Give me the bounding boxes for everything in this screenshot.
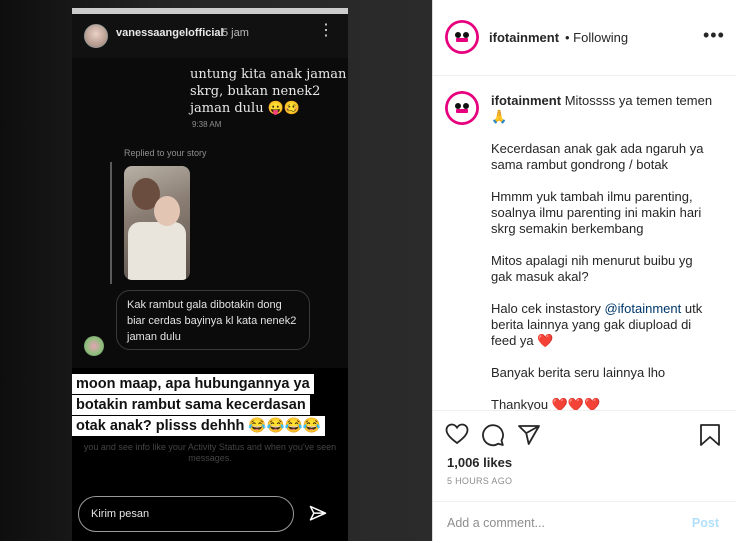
- caption-paragraph: Thankyou ❤️❤️❤️: [491, 397, 601, 410]
- share-icon[interactable]: [517, 423, 541, 447]
- caption-paragraph: Mitos apalagi nih menurut buibu yg gak m…: [491, 253, 693, 284]
- story-thumbnail-photo: [124, 166, 190, 280]
- mention-link[interactable]: @ifotainment: [604, 301, 681, 316]
- post-comment-button[interactable]: Post: [692, 516, 719, 530]
- story-username[interactable]: vanessaangelofficial: [116, 27, 224, 39]
- likes-count[interactable]: 1,006 likes: [447, 455, 512, 470]
- post-header: ifotainment • Following •••: [433, 0, 736, 76]
- caption-line: otak anak? plisss dehhh 😂😂😂😂: [72, 416, 325, 436]
- ifotainment-logo-icon: [455, 32, 469, 42]
- post-detail-panel: ifotainment • Following ••• ifotainment …: [432, 0, 736, 541]
- more-icon[interactable]: •••: [703, 25, 725, 46]
- bookmark-icon[interactable]: [699, 423, 721, 447]
- message-input[interactable]: Kirim pesan: [78, 496, 294, 532]
- account-username[interactable]: ifotainment: [489, 30, 559, 45]
- reply-divider: [110, 162, 112, 284]
- dm-message: untung kita anak jaman skrg, bukan nenek…: [190, 67, 347, 116]
- add-comment-bar: Add a comment... Post: [433, 501, 736, 543]
- send-icon[interactable]: [308, 504, 328, 524]
- caption-username[interactable]: ifotainment: [491, 93, 561, 108]
- dm-screenshot: untung kita anak jaman skrg, bukan nenek…: [72, 58, 348, 368]
- activity-hint-text: you and see info like your Activity Stat…: [83, 442, 337, 463]
- more-options-icon[interactable]: ⋮: [318, 23, 334, 39]
- story-panel: vanessaangelofficial 5 jam ⋮ untung kita…: [72, 8, 348, 541]
- post-caption: ifotainment Mitossss ya temen temen 🙏 Ke…: [491, 93, 717, 410]
- story-avatar[interactable]: [84, 24, 108, 48]
- caption-line: botakin rambut sama kecerdasan: [72, 395, 310, 415]
- story-viewer-area: vanessaangelofficial 5 jam ⋮ untung kita…: [0, 0, 432, 541]
- heart-icon[interactable]: [445, 423, 469, 445]
- caption-area: ifotainment Mitossss ya temen temen 🙏 Ke…: [433, 76, 736, 410]
- follow-status-label: Following: [573, 30, 629, 45]
- account-avatar[interactable]: [445, 20, 479, 54]
- replied-label: Replied to your story: [124, 148, 207, 158]
- comment-input[interactable]: Add a comment...: [447, 516, 545, 530]
- caption-paragraph: Kecerdasan anak gak ada ngaruh ya sama r…: [491, 141, 704, 172]
- caption-line: moon maap, apa hubungannya ya: [72, 374, 314, 394]
- story-header: vanessaangelofficial 5 jam ⋮: [72, 14, 348, 58]
- reply-message-bubble: Kak rambut gala dibotakin dong biar cerd…: [116, 290, 310, 350]
- message-placeholder: Kirim pesan: [91, 508, 150, 520]
- caption-avatar[interactable]: [445, 91, 479, 125]
- story-time: 5 jam: [222, 27, 249, 39]
- caption-paragraph: Hmmm yuk tambah ilmu parenting, soalnya …: [491, 189, 702, 236]
- follow-status[interactable]: • Following: [565, 30, 628, 45]
- story-caption: moon maap, apa hubungannya ya botakin ra…: [72, 374, 348, 442]
- comment-icon[interactable]: [481, 423, 505, 447]
- sender-avatar: [84, 336, 104, 356]
- post-time[interactable]: 5 HOURS AGO: [447, 476, 512, 486]
- caption-paragraph: Banyak berita seru lainnya lho: [491, 365, 666, 380]
- ifotainment-logo-icon: [455, 103, 469, 113]
- caption-paragraph-mention: Halo cek instastory @ifotainment utk ber…: [491, 301, 703, 348]
- post-actions: 1,006 likes 5 HOURS AGO Add a comment...…: [433, 410, 736, 541]
- dm-time: 9:38 AM: [192, 120, 222, 129]
